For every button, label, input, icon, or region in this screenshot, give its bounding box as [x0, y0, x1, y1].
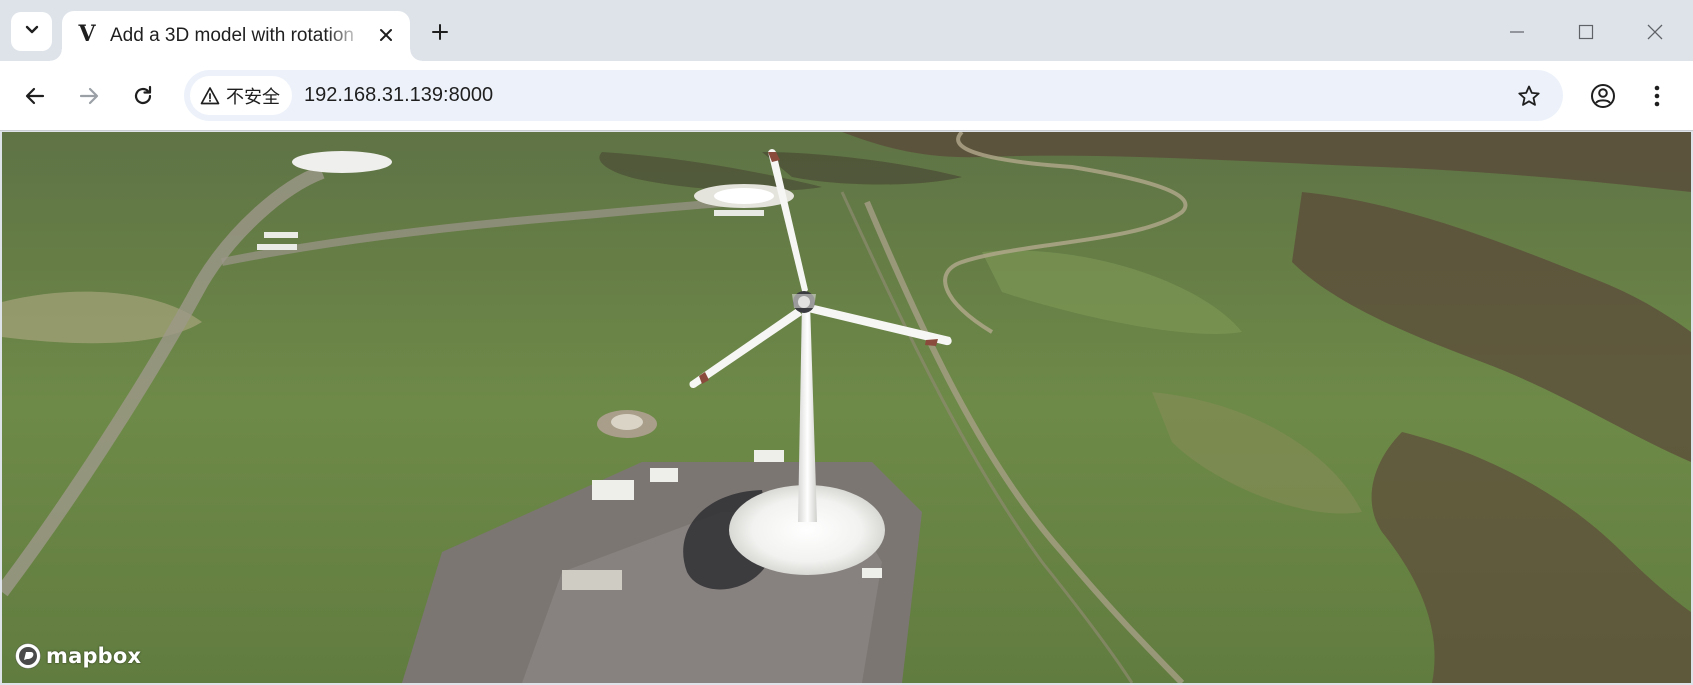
arrow-right-icon	[79, 87, 99, 105]
chevron-down-icon	[24, 21, 40, 42]
bookmark-button[interactable]	[1515, 82, 1543, 110]
menu-button[interactable]	[1638, 77, 1676, 115]
browser-window: V Add a 3D model with rotation 不安全 192.1…	[0, 0, 1693, 685]
map-canvas[interactable]: mapbox	[2, 132, 1691, 683]
new-tab-button[interactable]	[424, 16, 456, 48]
security-indicator[interactable]: 不安全	[190, 76, 292, 115]
mapbox-attribution[interactable]: mapbox	[14, 641, 141, 671]
star-icon	[1518, 85, 1540, 106]
mapbox-logo-text: mapbox	[46, 644, 142, 668]
more-vert-icon	[1654, 85, 1660, 107]
tab-strip: V Add a 3D model with rotation	[0, 0, 1693, 61]
tab-active[interactable]: V Add a 3D model with rotation	[50, 11, 422, 61]
warning-triangle-icon	[200, 86, 220, 104]
plus-icon	[432, 24, 448, 40]
back-button[interactable]	[16, 77, 54, 115]
tab-title: Add a 3D model with rotation	[110, 25, 354, 46]
reload-icon	[134, 85, 152, 105]
minimize-button[interactable]	[1494, 12, 1540, 52]
security-label: 不安全	[226, 86, 280, 107]
favicon-icon: V	[78, 21, 96, 47]
forward-button[interactable]	[70, 77, 108, 115]
satellite-scene	[2, 132, 1691, 683]
address-bar[interactable]: 不安全 192.168.31.139:8000	[184, 70, 1563, 121]
profile-button[interactable]	[1584, 77, 1622, 115]
close-icon	[1647, 24, 1663, 40]
minimize-icon	[1510, 31, 1524, 33]
maximize-button[interactable]	[1563, 12, 1609, 52]
mapbox-logo-icon	[15, 643, 41, 669]
maximize-icon	[1578, 24, 1594, 40]
arrow-left-icon	[25, 87, 45, 105]
browser-toolbar: 不安全 192.168.31.139:8000	[0, 61, 1693, 131]
close-window-button[interactable]	[1632, 12, 1678, 52]
tab-search-button[interactable]	[11, 12, 52, 51]
close-icon	[380, 29, 392, 41]
account-circle-icon	[1591, 84, 1615, 108]
close-tab-button[interactable]	[374, 23, 398, 47]
reload-button[interactable]	[124, 77, 162, 115]
url-text[interactable]: 192.168.31.139:8000	[304, 84, 493, 107]
